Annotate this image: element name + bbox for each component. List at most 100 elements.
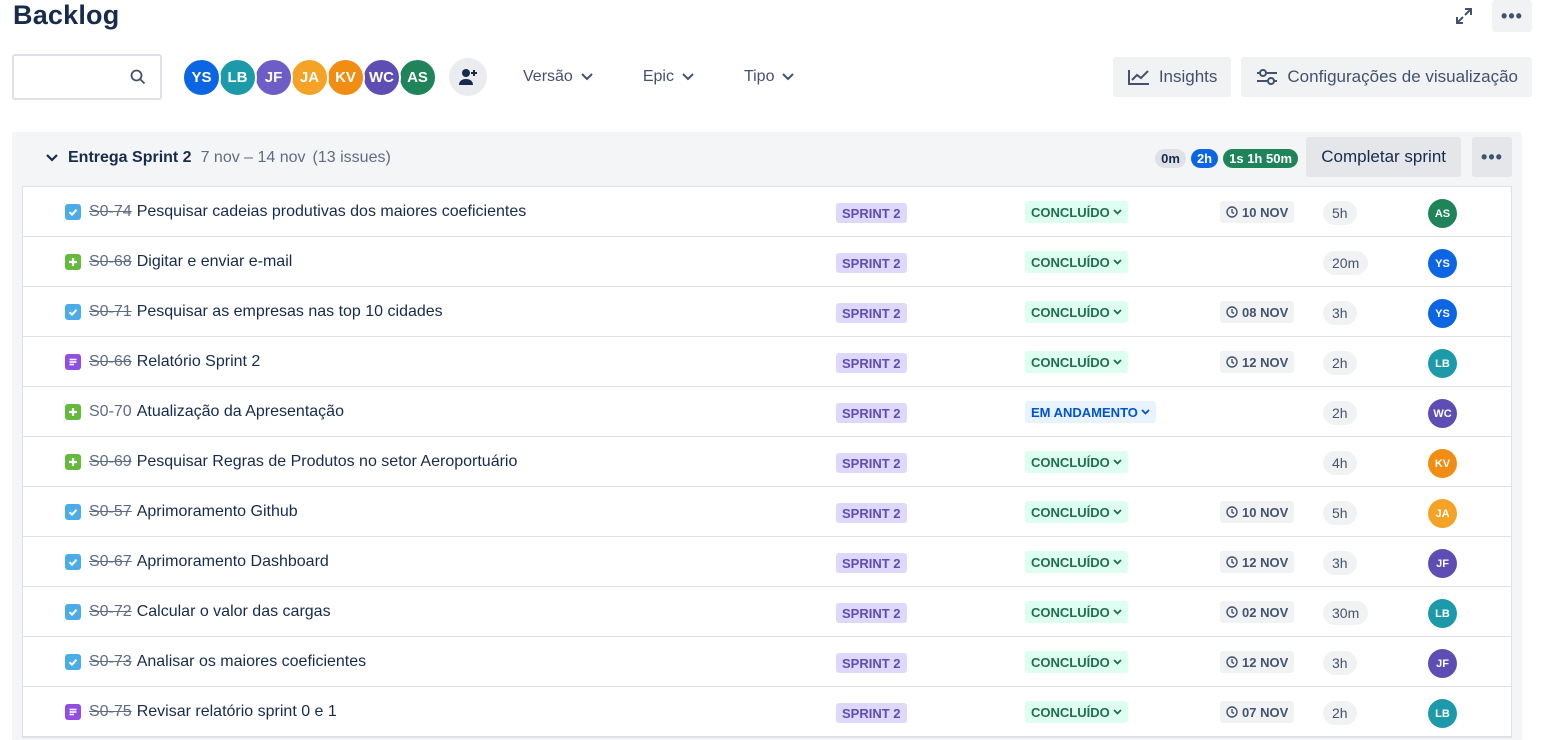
more-options-icon[interactable]: ••• [1492,0,1532,32]
status-dropdown[interactable]: CONCLUÍDO [1025,201,1128,223]
sprint-badge: SPRINT 2 [836,653,907,673]
clock-icon [1226,706,1238,718]
issue-key[interactable]: S0-73 [89,653,132,671]
issue-summary[interactable]: Aprimoramento Github [137,503,298,521]
assignee-avatar[interactable]: JF [1428,549,1457,578]
insights-button[interactable]: Insights [1112,57,1232,97]
issue-summary[interactable]: Digitar e enviar e-mail [137,253,293,271]
issue-summary[interactable]: Atualização da Apresentação [137,403,344,421]
search-icon [130,69,146,85]
chevron-down-icon[interactable] [46,154,58,162]
issue-key[interactable]: S0-71 [89,303,132,321]
issue-key[interactable]: S0-74 [89,203,132,221]
sprint-header[interactable]: Entrega Sprint 2 7 nov – 14 nov (13 issu… [12,132,1522,184]
avatar[interactable]: KV [326,57,365,97]
estimate-badge[interactable]: 5h [1323,201,1357,225]
assignee-avatar[interactable]: WC [1428,399,1457,428]
issue-summary[interactable]: Calcular o valor das cargas [137,603,331,621]
estimate-badge[interactable]: 30m [1323,601,1369,625]
issue-summary[interactable]: Pesquisar cadeias produtivas dos maiores… [137,203,527,221]
estimate-badge[interactable]: 20m [1323,251,1369,275]
avatar[interactable]: AS [398,57,437,97]
status-label: CONCLUÍDO [1031,454,1110,470]
issue-row[interactable]: S0-67 Aprimoramento Dashboard SPRINT 2 CONC… [23,537,1511,587]
status-dropdown[interactable]: CONCLUÍDO [1025,701,1128,723]
avatar[interactable]: LB [218,57,257,97]
add-user-icon[interactable] [449,58,487,96]
issue-summary[interactable]: Analisar os maiores coeficientes [137,653,366,671]
issue-row[interactable]: S0-71 Pesquisar as empresas nas top 10 ci… [23,287,1511,337]
search-input[interactable] [22,56,132,98]
issue-key[interactable]: S0-70 [89,403,132,421]
story-document-icon [65,704,81,720]
issue-key[interactable]: S0-75 [89,703,132,721]
due-date-label: 10 NOV [1242,204,1289,220]
assignee-avatar[interactable]: YS [1428,249,1457,278]
avatar[interactable]: WC [362,57,401,97]
issue-row[interactable]: S0-57 Aprimoramento Github SPRINT 2 CONCLUÍ… [23,487,1511,537]
status-dropdown[interactable]: CONCLUÍDO [1025,251,1128,273]
due-date-label: 10 NOV [1242,504,1289,520]
issue-summary[interactable]: Relatório Sprint 2 [137,353,261,371]
issue-summary[interactable]: Aprimoramento Dashboard [137,553,329,571]
issue-key[interactable]: S0-67 [89,553,132,571]
issue-summary[interactable]: Pesquisar Regras de Produtos no setor Ae… [137,453,518,471]
complete-sprint-button[interactable]: Completar sprint [1306,137,1461,177]
avatar[interactable]: JA [290,57,329,97]
version-filter[interactable]: Versão [517,57,599,97]
status-dropdown[interactable]: EM ANDAMENTO [1025,401,1156,423]
due-date-badge: 07 NOV [1220,701,1295,723]
issue-key[interactable]: S0-68 [89,253,132,271]
avatar[interactable]: YS [182,57,221,97]
status-dropdown[interactable]: CONCLUÍDO [1025,451,1128,473]
issue-key[interactable]: S0-57 [89,503,132,521]
due-date-badge: 12 NOV [1220,651,1295,673]
due-date-label: 08 NOV [1242,304,1289,320]
issue-row[interactable]: S0-75 Revisar relatório sprint 0 e 1 SPRIN… [23,687,1511,737]
clock-icon [1226,606,1238,618]
status-dropdown[interactable]: CONCLUÍDO [1025,301,1128,323]
issue-summary[interactable]: Revisar relatório sprint 0 e 1 [137,703,337,721]
assignee-avatar[interactable]: JA [1428,499,1457,528]
assignee-avatar[interactable]: LB [1428,699,1457,728]
sprint-more-icon[interactable]: ••• [1472,137,1512,177]
type-filter[interactable]: Tipo [738,57,801,97]
estimate-badge[interactable]: 2h [1323,351,1357,375]
estimate-badge[interactable]: 3h [1323,301,1357,325]
issue-key[interactable]: S0-69 [89,453,132,471]
issue-summary[interactable]: Pesquisar as empresas nas top 10 cidades [137,303,443,321]
view-settings-button[interactable]: Configurações de visualização [1241,57,1532,97]
avatar[interactable]: JF [254,57,293,97]
status-dropdown[interactable]: CONCLUÍDO [1025,651,1128,673]
issue-row[interactable]: S0-70 Atualização da Apresentação SPRINT 2… [23,387,1511,437]
assignee-avatar[interactable]: LB [1428,599,1457,628]
issue-row[interactable]: S0-69 Pesquisar Regras de Produtos no set… [23,437,1511,487]
assignee-avatar[interactable]: AS [1428,199,1457,228]
chevron-down-icon [1113,609,1122,615]
estimate-badge[interactable]: 3h [1323,651,1357,675]
assignee-avatar[interactable]: JF [1428,649,1457,678]
assignee-avatar[interactable]: KV [1428,449,1457,478]
estimate-badge[interactable]: 2h [1323,401,1357,425]
issue-row[interactable]: S0-68 Digitar e enviar e-mail SPRINT 2 CONC… [23,237,1511,287]
assignee-avatar[interactable]: YS [1428,299,1457,328]
assignee-avatar[interactable]: LB [1428,349,1457,378]
issue-key[interactable]: S0-66 [89,353,132,371]
estimate-badge[interactable]: 4h [1323,451,1357,475]
status-dropdown[interactable]: CONCLUÍDO [1025,601,1128,623]
issue-row[interactable]: S0-73 Analisar os maiores coeficientes SPR… [23,637,1511,687]
estimate-badge[interactable]: 3h [1323,551,1357,575]
status-dropdown[interactable]: CONCLUÍDO [1025,501,1128,523]
task-checkbox-icon [65,304,81,320]
status-dropdown[interactable]: CONCLUÍDO [1025,351,1128,373]
issue-row[interactable]: S0-66 Relatório Sprint 2 SPRINT 2 CONCLUÍDO… [23,337,1511,387]
issue-key[interactable]: S0-72 [89,603,132,621]
expand-icon[interactable] [1444,0,1484,32]
status-dropdown[interactable]: CONCLUÍDO [1025,551,1128,573]
issue-row[interactable]: S0-74 Pesquisar cadeias produtivas dos ma… [23,187,1511,237]
issue-row[interactable]: S0-72 Calcular o valor das cargas SPRINT 2… [23,587,1511,637]
estimate-done-badge: 1s 1h 50m [1223,149,1298,168]
estimate-badge[interactable]: 2h [1323,701,1357,725]
epic-filter[interactable]: Epic [637,57,700,97]
estimate-badge[interactable]: 5h [1323,501,1357,525]
